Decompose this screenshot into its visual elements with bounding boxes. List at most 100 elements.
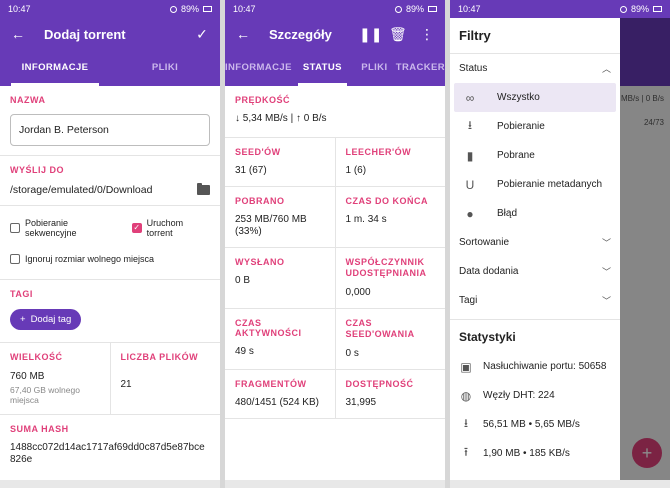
tab-info[interactable]: INFORMACJE: [225, 50, 292, 86]
folder-icon[interactable]: [197, 183, 210, 195]
stat-download: ⭳ 56,51 MB • 5,65 MB/s: [450, 410, 620, 439]
more-vert-icon[interactable]: ⋮: [419, 26, 435, 43]
leechers-label: LEECHER'ÓW: [345, 147, 412, 157]
tab-status[interactable]: STATUS: [292, 50, 353, 86]
tags-section-header[interactable]: Tagi ﹀: [450, 286, 620, 315]
nav-bar: [450, 480, 670, 488]
status-time: 10:47: [8, 4, 31, 14]
page-title: Szczegóły: [269, 26, 332, 42]
confirm-check-icon[interactable]: ✓: [194, 26, 210, 43]
app-bar: ← Szczegóły ❚❚ 🗑 ⋮: [225, 18, 445, 50]
stat-upload: ⭱ 1,90 MB • 185 KB/s: [450, 439, 620, 468]
tags-label: TAGI: [10, 289, 33, 299]
plus-icon: +: [20, 314, 26, 325]
file-icon: ▮: [466, 148, 474, 163]
drawer-title: Filtry: [459, 28, 491, 43]
battery-level: 89%: [180, 4, 199, 14]
sorting-section-header[interactable]: Sortowanie ﹀: [450, 228, 620, 257]
status-bar: 10:47 89%: [225, 0, 445, 18]
checkbox-icon: [10, 223, 20, 233]
filter-metadata[interactable]: U Pobieranie metadanych: [454, 170, 616, 199]
back-arrow-icon[interactable]: ←: [235, 26, 251, 42]
checkbox-icon: [10, 254, 20, 264]
app-bar: ← Dodaj torrent ✓: [0, 18, 220, 50]
downloaded-value: 253 MB/760 MB (33%): [235, 214, 307, 237]
tab-files[interactable]: PLIKI: [110, 50, 220, 86]
battery-icon: [203, 6, 212, 12]
status-section-header[interactable]: Status ︿: [450, 54, 620, 83]
tab-info[interactable]: INFORMACJE: [0, 50, 110, 86]
sequential-download-checkbox[interactable]: Pobieranie sekwencyjne: [10, 218, 120, 238]
downloaded-label: POBRANO: [235, 196, 285, 206]
name-input[interactable]: Jordan B. Peterson: [10, 114, 210, 146]
file-count-value: 21: [120, 379, 132, 390]
status-bar: 10:47 89%: [450, 0, 670, 18]
availability-value: 31,995: [345, 397, 377, 408]
uploaded-label: WYSŁANO: [235, 257, 285, 267]
pieces-label: FRAGMENTÓW: [235, 379, 307, 389]
uploaded-value: 0 B: [235, 275, 251, 286]
page-title: Dodaj torrent: [44, 26, 126, 42]
nav-bar: [225, 480, 445, 488]
delete-icon[interactable]: 🗑: [389, 26, 407, 43]
tab-bar: INFORMACJE PLIKI: [0, 50, 220, 86]
chevron-down-icon: ﹀: [601, 267, 611, 277]
chevron-down-icon: ﹀: [601, 238, 611, 248]
ignore-free-space-checkbox[interactable]: Ignoruj rozmiar wolnego miejsca: [10, 254, 210, 264]
stat-listening-port: ▣ Nasłuchiwanie portu: 50658: [460, 359, 607, 374]
name-label: NAZWA: [10, 95, 46, 105]
availability-label: DOSTĘPNOŚĆ: [345, 379, 414, 389]
port-icon: ▣: [460, 359, 472, 374]
back-arrow-icon[interactable]: ←: [10, 26, 26, 42]
tab-bar: INFORMACJE STATUS PLIKI TRACKER: [225, 50, 445, 86]
add-tag-button[interactable]: + Dodaj tag: [10, 309, 82, 330]
size-value: 760 MB: [10, 371, 45, 382]
ratio-value: 0,000: [345, 287, 371, 298]
status-bar: 10:47 89%: [0, 0, 220, 18]
filters-screen: MB/s | 0 B/s 24/73 + 10:47 89% Filtry St…: [450, 0, 670, 488]
battery-icon: [428, 6, 437, 12]
speed-label: PRĘDKOŚĆ: [235, 95, 291, 105]
hash-value: 1488cc072d14ac1717af69dd0c87d5e87bce826e: [10, 442, 205, 465]
active-time-label: CZAS AKTYWNOŚCI: [235, 318, 302, 338]
filter-drawer: Filtry Status ︿ ∞ Wszystko ⭳ Pobieranie …: [450, 18, 620, 480]
battery-icon: [653, 6, 662, 12]
tab-files[interactable]: PLIKI: [353, 50, 396, 86]
chevron-up-icon: ︿: [601, 64, 611, 74]
statistics-title: Statystyki: [459, 330, 516, 344]
globe-icon: ◍: [460, 388, 472, 403]
size-label: WIELKOŚĆ: [10, 352, 63, 362]
magnet-icon: U: [465, 177, 475, 192]
seeding-time-value: 0 s: [345, 348, 359, 359]
ratio-label: WSPÓŁCZYNNIK UDOSTĘPNIANIA: [345, 257, 427, 278]
tab-trackers[interactable]: TRACKER: [396, 50, 445, 86]
add-torrent-screen: 10:47 89% ← Dodaj torrent ✓ INFORMACJE P…: [0, 0, 220, 488]
seeds-value: 31 (67): [235, 165, 267, 176]
filter-error[interactable]: ● Błąd: [454, 199, 616, 228]
error-icon: ●: [466, 206, 474, 221]
checked-icon: ✓: [131, 223, 142, 233]
torrent-form: NAZWA Jordan B. Peterson WYŚLIJ DO /stor…: [0, 86, 220, 480]
seeding-time-label: CZAS SEED'OWANIA: [345, 318, 415, 339]
send-to-label: WYŚLIJ DO: [10, 165, 65, 175]
free-space-text: 67,40 GB wolnego miejsca: [10, 385, 80, 405]
seeds-label: SEED'ÓW: [235, 147, 281, 157]
eta-value: 1 m. 34 s: [345, 214, 387, 225]
wifi-icon: [619, 5, 627, 13]
wifi-icon: [394, 5, 402, 13]
pieces-value: 480/1451 (524 KB): [235, 397, 319, 408]
download-icon: ⭳: [463, 416, 469, 430]
upload-icon: ⭱: [463, 445, 469, 459]
eta-label: CZAS DO KOŃCA: [345, 196, 428, 206]
leechers-value: 1 (6): [345, 165, 367, 176]
filter-downloaded[interactable]: ▮ Pobrane: [454, 141, 616, 170]
date-added-section-header[interactable]: Data dodania ﹀: [450, 257, 620, 286]
stat-dht-nodes: ◍ Węzły DHT: 224: [460, 388, 555, 403]
status-details: PRĘDKOŚĆ ↓ 5,34 MB/s | ↑ 0 B/s SEED'ÓW 3…: [225, 86, 445, 480]
filter-downloading[interactable]: ⭳ Pobieranie: [454, 112, 616, 141]
chevron-down-icon: ﹀: [601, 296, 611, 306]
filter-all[interactable]: ∞ Wszystko: [454, 83, 616, 112]
pause-icon[interactable]: ❚❚: [359, 26, 382, 43]
download-icon: ⭳: [467, 118, 473, 132]
start-torrent-checkbox[interactable]: ✓ Uruchom torrent: [131, 218, 210, 238]
